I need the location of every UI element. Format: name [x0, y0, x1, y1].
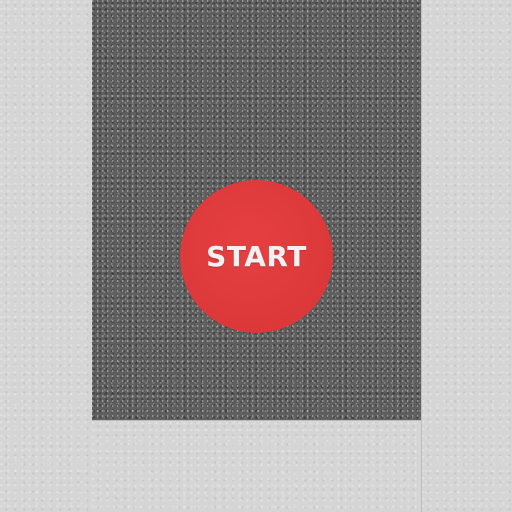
left-pavement	[0, 0, 93, 512]
start-button[interactable]: START	[180, 180, 333, 333]
right-pavement	[421, 0, 512, 512]
game-canvas: START	[0, 0, 512, 512]
bottom-pavement	[92, 420, 421, 512]
start-button-label: START	[206, 240, 307, 273]
